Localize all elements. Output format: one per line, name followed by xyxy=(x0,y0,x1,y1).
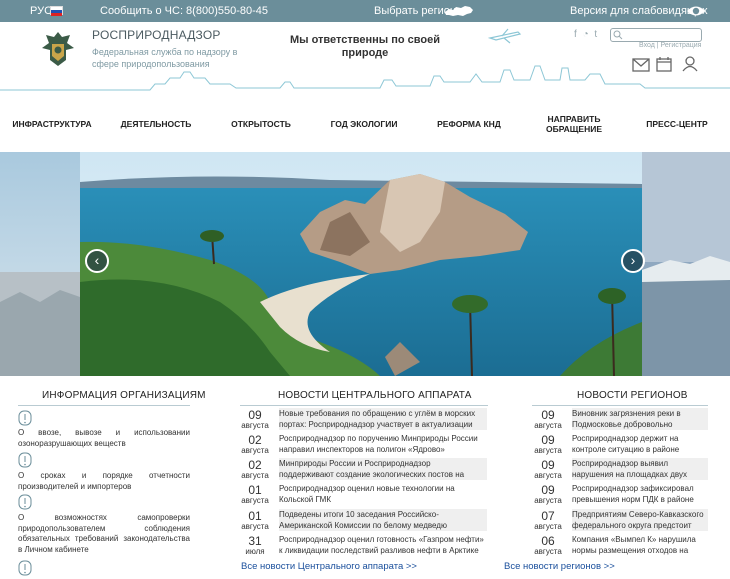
news-item[interactable]: Подведены итоги 10 заседания Российско-А… xyxy=(279,509,487,531)
news-item[interactable]: Росприроднадзор оценил готовность «Газпр… xyxy=(279,534,487,556)
news-item[interactable]: Росприроднадзор оценил новые технологии … xyxy=(279,483,487,505)
photo-slider[interactable]: ‹ › xyxy=(0,152,730,376)
main-nav: ИНФРАСТРУКТУРА ДЕЯТЕЛЬНОСТЬ ОТКРЫТОСТЬ Г… xyxy=(0,104,730,144)
news-date: 02 августа xyxy=(241,458,269,480)
nav-infrastructure[interactable]: ИНФРАСТРУКТУРА xyxy=(12,119,92,129)
news-date: 09 августа xyxy=(534,483,562,505)
slider-next-button[interactable]: › xyxy=(621,249,645,273)
language-switch[interactable]: РУС xyxy=(30,5,52,17)
facebook-icon[interactable]: f xyxy=(574,29,577,40)
nav-ecology-year[interactable]: ГОД ЭКОЛОГИИ xyxy=(326,119,402,129)
news-item[interactable]: Виновник загрязнения реки в Подмосковье … xyxy=(572,408,708,430)
info-title: ИНФОРМАЦИЯ ОРГАНИЗАЦИЯМ xyxy=(42,390,206,401)
info-divider xyxy=(18,405,190,406)
region-news-title: НОВОСТИ РЕГИОНОВ xyxy=(577,390,688,401)
search-input[interactable] xyxy=(610,28,702,42)
news-item[interactable]: Росприроднадзор по поручению Минприроды … xyxy=(279,433,487,455)
twitter-icon[interactable]: t xyxy=(594,29,597,40)
nav-send-appeal[interactable]: НАПРАВИТЬ ОБРАЩЕНИЕ xyxy=(538,114,610,134)
russian-flag-icon[interactable] xyxy=(50,6,63,16)
plane-drawing-icon xyxy=(488,28,522,44)
news-date: 07 августа xyxy=(534,509,562,531)
news-date: 01 августа xyxy=(241,483,269,505)
news-item[interactable]: Предприятиям Северо-Кавказского федераль… xyxy=(572,509,708,531)
social-icons: f ◔ t xyxy=(574,29,600,40)
slogan: Мы ответственны по своей природе xyxy=(289,34,440,59)
news-date: 09 августа xyxy=(534,408,562,430)
info-item-reporting[interactable]: О сроках и порядке отчетности производит… xyxy=(18,471,190,492)
nav-openness[interactable]: ОТКРЫТОСТЬ xyxy=(226,119,296,129)
info-item-ozone[interactable]: О ввозе, вывозе и использовании озонораз… xyxy=(18,428,190,449)
news-date: 09 августа xyxy=(534,458,562,480)
rss-icon[interactable]: ◔ xyxy=(583,29,589,40)
news-date: 01 августа xyxy=(241,509,269,531)
nav-activity[interactable]: ДЕЯТЕЛЬНОСТЬ xyxy=(118,119,194,129)
news-item[interactable]: Минприроды России и Росприроднадзор подд… xyxy=(279,458,487,480)
all-region-news-link[interactable]: Все новости регионов >> xyxy=(504,561,615,572)
nav-reform[interactable]: РЕФОРМА КНД xyxy=(434,119,504,129)
info-icon xyxy=(18,410,32,426)
city-skyline-decoration xyxy=(0,65,730,91)
site-header: РОСПРИРОДНАДЗОР Федеральная служба по на… xyxy=(0,22,730,96)
news-date: 09 августа xyxy=(241,408,269,430)
org-name[interactable]: РОСПРИРОДНАДЗОР xyxy=(92,28,221,42)
news-date: 09 августа xyxy=(534,433,562,455)
top-bar: РУС Сообщить о ЧС: 8(800)550-80-45 Выбра… xyxy=(0,0,730,22)
news-item[interactable]: Росприроднадзор зафиксировал превышения … xyxy=(572,483,708,505)
login-register-link[interactable]: Вход | Регистрация xyxy=(639,42,701,49)
search-icon[interactable] xyxy=(613,30,623,40)
news-item[interactable]: Росприроднадзор держит на контроле ситуа… xyxy=(572,433,708,455)
info-icon xyxy=(18,452,32,468)
eye-icon[interactable] xyxy=(686,4,706,18)
central-news-title: НОВОСТИ ЦЕНТРАЛЬНОГО АППАРАТА xyxy=(278,390,472,401)
all-central-news-link[interactable]: Все новости Центрального аппарата >> xyxy=(241,561,417,572)
info-icon xyxy=(18,560,32,576)
news-item[interactable]: Новые требования по обращению с углём в … xyxy=(279,408,487,430)
news-item[interactable]: Росприроднадзор выявил нарушения на площ… xyxy=(572,458,708,480)
nav-press-center[interactable]: ПРЕСС-ЦЕНТР xyxy=(642,119,712,129)
slider-prev-button[interactable]: ‹ xyxy=(85,249,109,273)
russia-map-icon[interactable] xyxy=(443,3,475,19)
news-date: 06 августа xyxy=(534,534,562,556)
info-icon xyxy=(18,494,32,510)
news-item[interactable]: Компания «Вымпел К» нарушила нормы разме… xyxy=(572,534,708,556)
emergency-phone[interactable]: Сообщить о ЧС: 8(800)550-80-45 xyxy=(100,5,268,17)
news-date: 02 августа xyxy=(241,433,269,455)
region-news-divider xyxy=(532,405,708,406)
news-date: 31 июля xyxy=(245,534,265,556)
central-news-divider xyxy=(240,405,488,406)
info-item-self-check[interactable]: О возможностях самопроверки природопольз… xyxy=(18,513,190,555)
